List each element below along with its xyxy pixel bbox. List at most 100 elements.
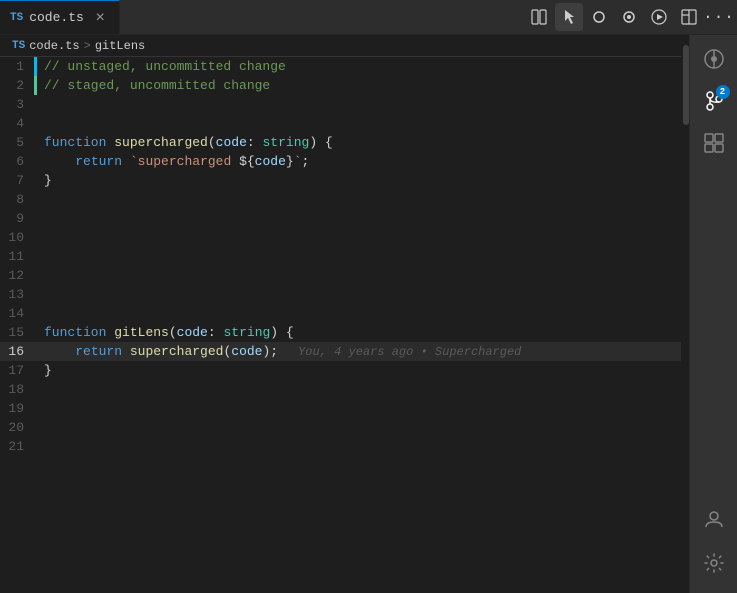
line-content: function supercharged(code: string) { — [40, 133, 681, 152]
table-row[interactable]: 9 — [0, 209, 681, 228]
table-row[interactable]: 17} — [0, 361, 681, 380]
code-editor[interactable]: 1// unstaged, uncommitted change2// stag… — [0, 57, 681, 593]
punct-token: ${ — [239, 154, 255, 169]
editor-toolbar: ··· — [525, 0, 737, 34]
activity-bar: 2 — [689, 35, 737, 593]
tab-code-ts[interactable]: TS code.ts × — [0, 0, 120, 34]
type-token: string — [223, 325, 270, 340]
plain-token — [122, 154, 130, 169]
table-row[interactable]: 15function gitLens(code: string) { — [0, 323, 681, 342]
code-lines: 1// unstaged, uncommitted change2// stag… — [0, 57, 681, 456]
run-icon[interactable] — [645, 3, 673, 31]
table-row[interactable]: 21 — [0, 437, 681, 456]
kw-token: return — [75, 344, 122, 359]
layout-icon[interactable] — [675, 3, 703, 31]
punct-token: } — [44, 173, 52, 188]
tab-bar: TS code.ts × — [0, 0, 737, 35]
editor-area: TS code.ts > gitLens 1// unstaged, uncom… — [0, 35, 681, 593]
table-row[interactable]: 19 — [0, 399, 681, 418]
table-row[interactable]: 10 — [0, 228, 681, 247]
punct-token: ) { — [309, 135, 332, 150]
table-row[interactable]: 18 — [0, 380, 681, 399]
table-row[interactable]: 4 — [0, 114, 681, 133]
line-number: 8 — [0, 190, 40, 209]
git-decoration — [34, 76, 37, 95]
line-content: // unstaged, uncommitted change — [40, 57, 681, 76]
punct-token: : — [247, 135, 263, 150]
kw-token: function — [44, 325, 106, 340]
line-number: 12 — [0, 266, 40, 285]
breadcrumb-separator: > — [84, 39, 91, 53]
table-row[interactable]: 2// staged, uncommitted change — [0, 76, 681, 95]
breadcrumb-symbol[interactable]: gitLens — [95, 39, 145, 53]
main-area: TS code.ts > gitLens 1// unstaged, uncom… — [0, 35, 737, 593]
punct-token: ( — [208, 135, 216, 150]
table-row[interactable]: 12 — [0, 266, 681, 285]
punct-token: ) { — [270, 325, 293, 340]
activity-bottom — [694, 499, 734, 593]
tab-filename: code.ts — [29, 10, 84, 25]
account-icon[interactable] — [694, 499, 734, 539]
tmpl-token: ` — [294, 154, 302, 169]
line-content: } — [40, 361, 681, 380]
line-content: // staged, uncommitted change — [40, 76, 681, 95]
punct-token: } — [286, 154, 294, 169]
line-number: 11 — [0, 247, 40, 266]
punct-token: } — [44, 363, 52, 378]
scrollbar-thumb[interactable] — [683, 45, 689, 125]
circle-dot-icon[interactable] — [615, 3, 643, 31]
line-number: 14 — [0, 304, 40, 323]
table-row[interactable]: 13 — [0, 285, 681, 304]
line-number: 10 — [0, 228, 40, 247]
gitlens-icon[interactable] — [694, 39, 734, 79]
table-row[interactable]: 3 — [0, 95, 681, 114]
line-content: } — [40, 171, 681, 190]
breadcrumb-file[interactable]: code.ts — [29, 39, 79, 53]
line-content: return `supercharged ${code}`; — [40, 152, 681, 171]
split-editor-icon[interactable] — [525, 3, 553, 31]
plain-token — [122, 344, 130, 359]
param-token: code — [231, 344, 262, 359]
line-number: 21 — [0, 437, 40, 456]
source-control-icon[interactable]: 2 — [694, 81, 734, 121]
line-number: 16 — [0, 342, 40, 361]
param-token: code — [177, 325, 208, 340]
breadcrumb: TS code.ts > gitLens — [0, 35, 681, 57]
table-row[interactable]: 6 return `supercharged ${code}`; — [0, 152, 681, 171]
comment-token: // staged, uncommitted change — [44, 78, 270, 93]
table-row[interactable]: 16 return supercharged(code);You, 4 year… — [0, 342, 681, 361]
line-number: 18 — [0, 380, 40, 399]
fn-token: supercharged — [114, 135, 208, 150]
table-row[interactable]: 1// unstaged, uncommitted change — [0, 57, 681, 76]
table-row[interactable]: 8 — [0, 190, 681, 209]
line-number: 7 — [0, 171, 40, 190]
line-content: return supercharged(code);You, 4 years a… — [40, 342, 681, 362]
circle-icon[interactable] — [585, 3, 613, 31]
editor-scrollbar[interactable] — [681, 35, 689, 593]
punct-token: ; — [302, 154, 310, 169]
table-row[interactable]: 11 — [0, 247, 681, 266]
tab-close-button[interactable]: × — [91, 8, 109, 28]
table-row[interactable]: 5function supercharged(code: string) { — [0, 133, 681, 152]
extensions-icon[interactable] — [694, 123, 734, 163]
punct-token: ( — [169, 325, 177, 340]
breadcrumb-ts-icon: TS — [12, 40, 25, 52]
table-row[interactable]: 20 — [0, 418, 681, 437]
table-row[interactable]: 7} — [0, 171, 681, 190]
line-number: 5 — [0, 133, 40, 152]
settings-icon[interactable] — [694, 543, 734, 583]
comment-token: // unstaged, uncommitted change — [44, 59, 286, 74]
line-number: 17 — [0, 361, 40, 380]
kw-token: function — [44, 135, 106, 150]
inline-blame: You, 4 years ago • Supercharged — [298, 345, 521, 359]
punct-token: ); — [263, 344, 279, 359]
table-row[interactable]: 14 — [0, 304, 681, 323]
more-options-icon[interactable]: ··· — [705, 3, 733, 31]
line-number: 9 — [0, 209, 40, 228]
fn-token: gitLens — [114, 325, 169, 340]
cursor-icon[interactable] — [555, 3, 583, 31]
plain-token — [44, 154, 75, 169]
line-number: 19 — [0, 399, 40, 418]
plain-token — [44, 344, 75, 359]
tmpl-token: `supercharged — [130, 154, 239, 169]
